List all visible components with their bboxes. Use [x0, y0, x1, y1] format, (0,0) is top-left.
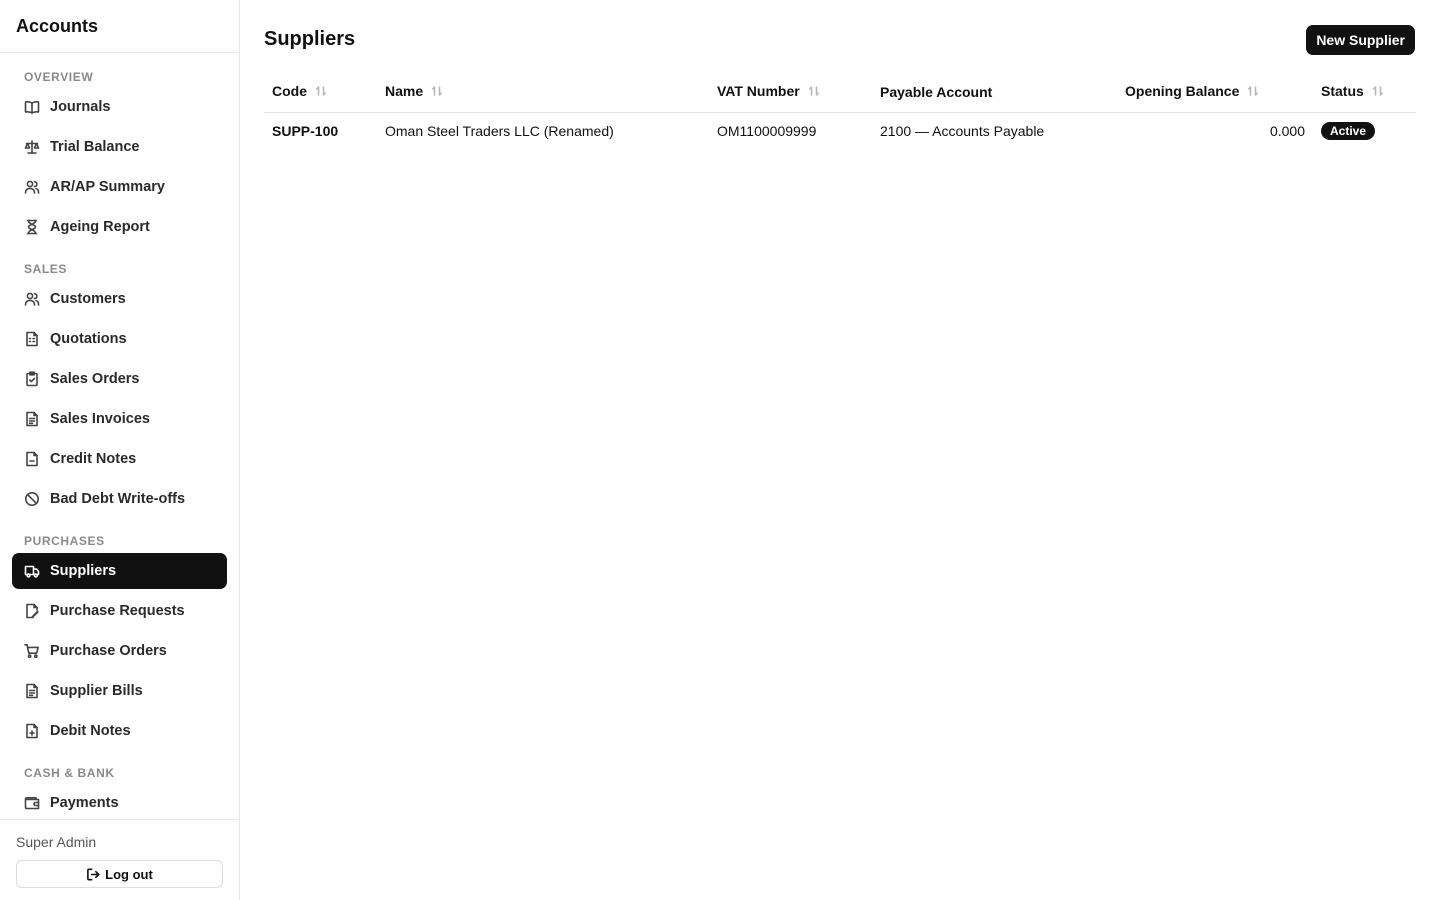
sidebar-item-ageing-report[interactable]: Ageing Report	[12, 209, 227, 245]
logout-button[interactable]: Log out	[16, 860, 223, 888]
sidebar-item-purchase-requests[interactable]: Purchase Requests	[12, 593, 227, 629]
sidebar-item-label: Bad Debt Write-offs	[50, 491, 186, 507]
cell-code: SUPP-100	[272, 123, 339, 140]
sidebar-item-label: Credit Notes	[50, 451, 137, 467]
hourglass-icon	[24, 219, 40, 235]
column-header-opening-balance[interactable]: Opening Balance	[1117, 72, 1313, 113]
sort-icon	[431, 84, 443, 100]
sidebar-item-purchase-orders[interactable]: Purchase Orders	[12, 633, 227, 669]
sidebar-footer: Super Admin Log out	[0, 819, 239, 900]
users-icon	[24, 179, 40, 195]
sidebar-item-label: Purchase Requests	[50, 603, 185, 619]
sidebar-item-bad-debt-write-offs[interactable]: Bad Debt Write-offs	[12, 481, 227, 517]
cell-status: Active	[1313, 112, 1416, 150]
sidebar-item-label: Suppliers	[50, 563, 117, 579]
document-icon	[24, 331, 40, 347]
sidebar-item-customers[interactable]: Customers	[12, 281, 227, 317]
sidebar-item-label: Sales Invoices	[50, 411, 150, 427]
cell-vat-number: OM1100009999	[717, 123, 817, 140]
truck-icon	[24, 563, 40, 579]
main-content: Suppliers New Supplier Code Name VAT Num…	[240, 0, 1440, 900]
sidebar-nav: OVERVIEW Journals Trial Balance AR/AP Su…	[0, 53, 239, 819]
file-plus-icon	[24, 723, 40, 739]
sidebar-item-label: Quotations	[50, 331, 127, 347]
section-sales: SALES	[24, 262, 68, 276]
sort-icon	[1372, 84, 1384, 100]
sidebar-item-label: Ageing Report	[50, 219, 150, 235]
table-row[interactable]: SUPP-100 Oman Steel Traders LLC (Renamed…	[264, 112, 1416, 150]
sort-icon	[808, 84, 820, 100]
sort-icon	[1247, 84, 1259, 100]
section-purchases: PURCHASES	[24, 534, 105, 548]
sidebar-item-sales-invoices[interactable]: Sales Invoices	[12, 401, 227, 437]
sort-icon	[315, 84, 327, 100]
status-badge: Active	[1321, 122, 1376, 141]
ban-icon	[24, 491, 40, 507]
logout-label: Log out	[105, 866, 153, 882]
clipboard-check-icon	[24, 371, 40, 387]
sidebar-item-sales-orders[interactable]: Sales Orders	[12, 361, 227, 397]
new-supplier-button[interactable]: New Supplier	[1306, 25, 1415, 55]
page-title: Suppliers	[264, 28, 356, 50]
sidebar-item-label: Journals	[50, 99, 111, 115]
sidebar-item-credit-notes[interactable]: Credit Notes	[12, 441, 227, 477]
wallet-icon	[24, 795, 40, 811]
invoice-icon	[24, 683, 40, 699]
section-cash-bank: CASH & BANK	[24, 766, 115, 780]
table-header-row: Code Name VAT Number Payable Account Ope…	[264, 72, 1416, 113]
sidebar-item-label: Debit Notes	[50, 723, 131, 739]
app-title: Accounts	[0, 0, 239, 53]
section-overview: OVERVIEW	[24, 70, 94, 84]
scale-icon	[24, 139, 40, 155]
sidebar-item-label: Purchase Orders	[50, 643, 167, 659]
sidebar-item-suppliers[interactable]: Suppliers	[12, 553, 227, 589]
sidebar-item-trial-balance[interactable]: Trial Balance	[12, 129, 227, 165]
suppliers-table: Code Name VAT Number Payable Account Ope…	[264, 72, 1416, 150]
sidebar-item-payments[interactable]: Payments	[12, 785, 227, 819]
cart-icon	[24, 643, 40, 659]
invoice-icon	[24, 411, 40, 427]
sidebar-item-label: Customers	[50, 291, 126, 307]
logout-icon	[87, 868, 100, 880]
sidebar-item-debit-notes[interactable]: Debit Notes	[12, 713, 227, 749]
cell-opening-balance: 0.000	[1269, 123, 1305, 140]
column-header-payable-account: Payable Account	[872, 72, 1117, 113]
sidebar-item-label: Supplier Bills	[50, 683, 143, 699]
sidebar-item-label: Trial Balance	[50, 139, 140, 155]
book-icon	[24, 99, 40, 115]
sidebar-item-journals[interactable]: Journals	[12, 89, 227, 125]
sidebar-item-quotations[interactable]: Quotations	[12, 321, 227, 357]
file-minus-icon	[24, 451, 40, 467]
file-edit-icon	[24, 603, 40, 619]
users-icon	[24, 291, 40, 307]
column-header-status[interactable]: Status	[1313, 72, 1416, 113]
cell-name: Oman Steel Traders LLC (Renamed)	[385, 123, 614, 140]
sidebar-item-label: AR/AP Summary	[50, 179, 165, 195]
column-header-vat-number[interactable]: VAT Number	[709, 72, 872, 113]
sidebar-item-arap-summary[interactable]: AR/AP Summary	[12, 169, 227, 205]
column-header-name[interactable]: Name	[377, 72, 709, 113]
sidebar-item-label: Sales Orders	[50, 371, 140, 387]
cell-payable-account: 2100 — Accounts Payable	[880, 123, 1045, 140]
sidebar-item-supplier-bills[interactable]: Supplier Bills	[12, 673, 227, 709]
sidebar-item-label: Payments	[50, 795, 119, 811]
sidebar: Accounts OVERVIEW Journals Trial Balance…	[0, 0, 240, 900]
current-user-name: Super Admin	[16, 834, 97, 850]
column-header-code[interactable]: Code	[264, 72, 377, 113]
